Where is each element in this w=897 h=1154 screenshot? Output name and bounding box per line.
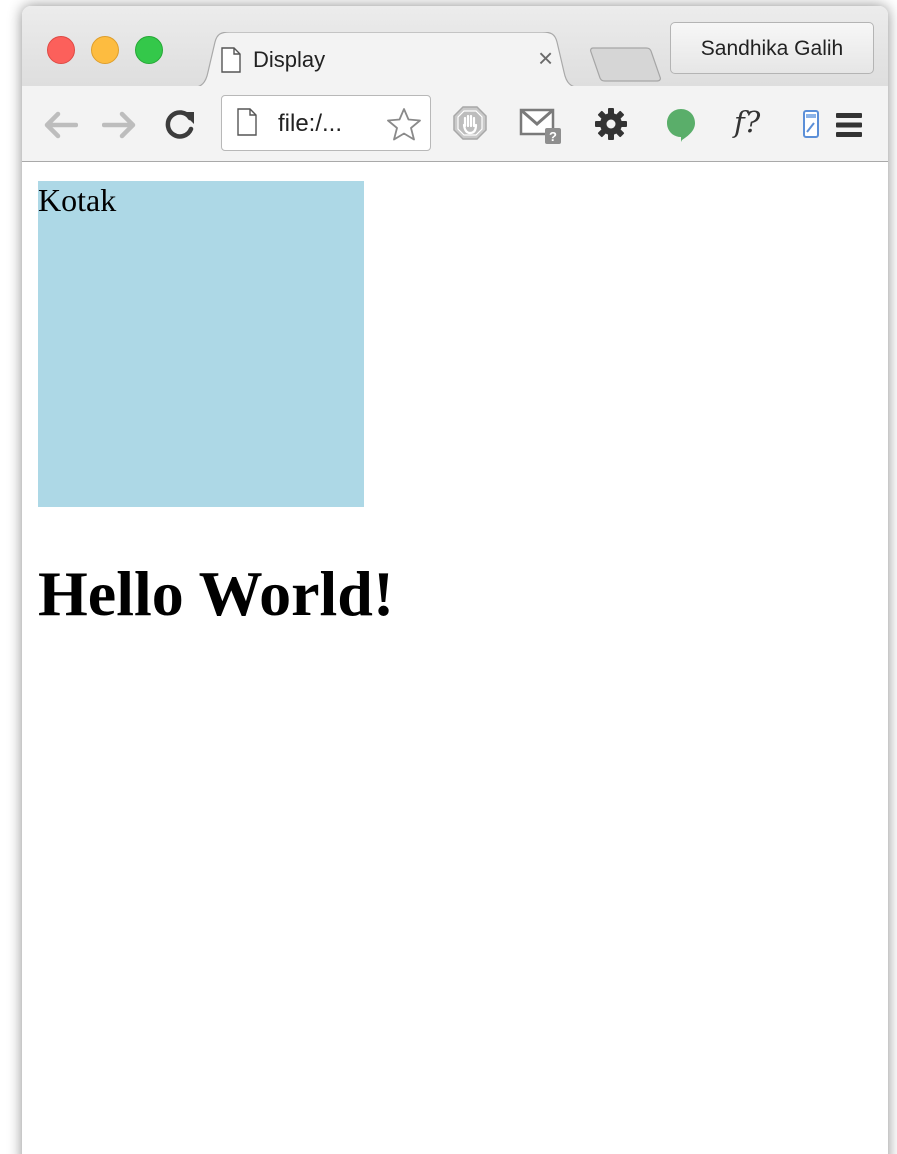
mail-checker-icon[interactable]: ? [519, 106, 563, 151]
blue-box: Kotak [38, 181, 364, 507]
hangouts-icon[interactable] [665, 107, 697, 148]
gear-icon[interactable] [594, 107, 628, 146]
tab-strip: Display × Sandhika Galih [22, 6, 888, 88]
profile-button[interactable]: Sandhika Galih [670, 22, 874, 74]
browser-window: Display × Sandhika Galih file:/... ? f? … [22, 6, 888, 1154]
close-window-button[interactable] [47, 36, 75, 64]
back-arrow-icon[interactable] [42, 110, 79, 145]
reload-icon[interactable] [164, 108, 196, 145]
f-question-icon[interactable]: f? [734, 107, 760, 137]
adblock-icon[interactable] [453, 106, 487, 145]
menu-icon[interactable] [835, 112, 863, 143]
tab-title: Display [253, 47, 326, 72]
tab-shape [190, 32, 582, 88]
page-icon [221, 47, 241, 78]
svg-text:?: ? [549, 129, 557, 144]
minimize-window-button[interactable] [91, 36, 119, 64]
new-tab-button[interactable] [589, 46, 663, 87]
page-icon [237, 108, 257, 141]
browser-toolbar: file:/... ? f? [22, 86, 888, 162]
tab-close-icon[interactable]: × [538, 45, 553, 71]
address-bar[interactable]: file:/... [221, 95, 431, 151]
tab-display[interactable]: Display × [190, 32, 582, 88]
forward-arrow-icon[interactable] [101, 110, 138, 145]
page-heading: Hello World! [38, 558, 395, 629]
star-icon[interactable] [386, 107, 422, 146]
box-label: Kotak [38, 182, 117, 218]
zoom-window-button[interactable] [135, 36, 163, 64]
page-content: Kotak Hello World! [22, 162, 888, 1154]
bookmark-manager-icon[interactable] [803, 110, 819, 143]
address-text: file:/... [278, 110, 343, 137]
